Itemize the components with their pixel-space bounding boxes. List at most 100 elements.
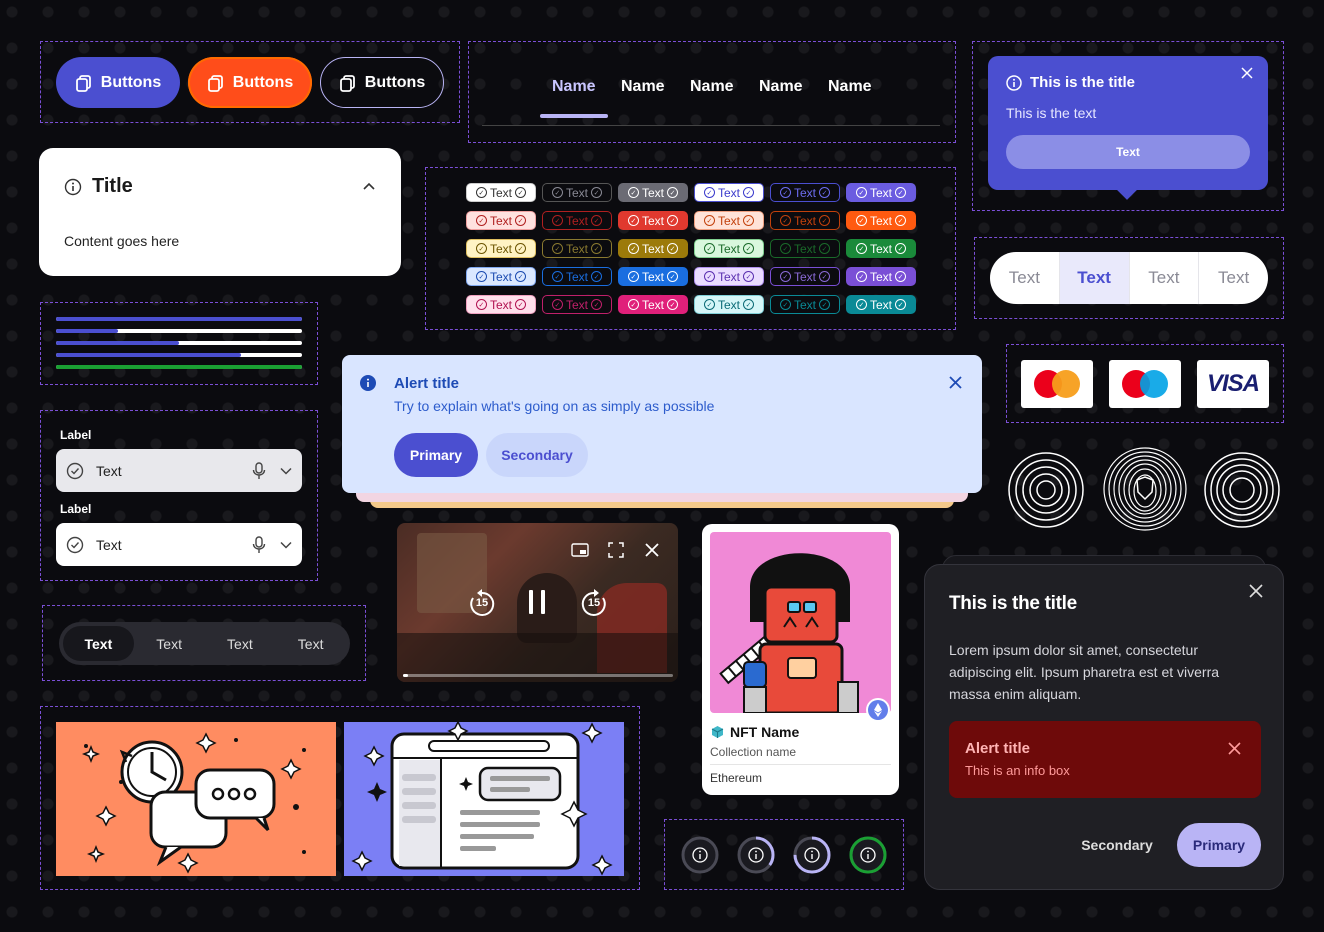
check-circle-icon[interactable]: ✓ xyxy=(819,299,830,310)
orange-button[interactable]: Buttons xyxy=(188,57,312,108)
check-circle-icon[interactable]: ✓ xyxy=(895,243,906,254)
chip[interactable]: ✓ Text ✓ xyxy=(846,295,916,314)
check-circle-icon[interactable]: ✓ xyxy=(819,243,830,254)
tab-3[interactable]: Name xyxy=(690,78,734,96)
chip[interactable]: ✓ Text ✓ xyxy=(618,239,688,258)
check-circle-icon[interactable]: ✓ xyxy=(743,299,754,310)
chip[interactable]: ✓ Text ✓ xyxy=(770,267,840,286)
close-icon[interactable] xyxy=(1249,584,1263,598)
chip[interactable]: ✓ Text ✓ xyxy=(694,183,764,202)
close-icon[interactable] xyxy=(949,376,962,389)
modal-secondary-button[interactable]: Secondary xyxy=(1075,823,1159,867)
tab-2[interactable]: Name xyxy=(621,78,665,96)
forward-15-button[interactable]: 15 xyxy=(579,589,609,619)
close-icon[interactable] xyxy=(1228,742,1241,755)
chevron-down-icon[interactable] xyxy=(280,541,292,549)
outline-button[interactable]: Buttons xyxy=(320,57,444,108)
chip[interactable]: ✓ Text ✓ xyxy=(466,267,536,286)
text-field-filled[interactable]: Text xyxy=(56,449,302,492)
chip[interactable]: ✓ Text ✓ xyxy=(542,183,612,202)
nft-card[interactable]: NFT Name Collection name Ethereum xyxy=(702,524,899,795)
check-circle-icon[interactable]: ✓ xyxy=(743,187,754,198)
check-circle-icon[interactable]: ✓ xyxy=(895,215,906,226)
close-icon[interactable] xyxy=(1240,66,1254,80)
tab-4[interactable]: Name xyxy=(759,78,803,96)
alert-secondary-button[interactable]: Secondary xyxy=(486,433,588,477)
check-circle-icon[interactable]: ✓ xyxy=(743,243,754,254)
check-circle-icon[interactable]: ✓ xyxy=(667,243,678,254)
pause-icon[interactable] xyxy=(527,589,547,615)
check-circle-icon[interactable]: ✓ xyxy=(591,187,602,198)
chip[interactable]: ✓ Text ✓ xyxy=(770,183,840,202)
segment[interactable]: Text xyxy=(1199,252,1268,304)
tooltip-button[interactable]: Text xyxy=(1006,135,1250,169)
check-circle-icon[interactable]: ✓ xyxy=(591,215,602,226)
fullscreen-icon[interactable] xyxy=(608,542,624,558)
check-circle-icon[interactable]: ✓ xyxy=(515,271,526,282)
chip[interactable]: ✓ Text ✓ xyxy=(770,295,840,314)
video-player[interactable]: 15 15 xyxy=(397,523,678,682)
check-circle-icon[interactable]: ✓ xyxy=(895,187,906,198)
chip[interactable]: ✓ Text ✓ xyxy=(542,267,612,286)
segment[interactable]: Text xyxy=(134,626,205,661)
check-circle-icon[interactable]: ✓ xyxy=(895,299,906,310)
chip[interactable]: ✓ Text ✓ xyxy=(846,239,916,258)
picture-in-picture-icon[interactable] xyxy=(571,543,589,557)
check-circle-icon[interactable]: ✓ xyxy=(819,271,830,282)
check-circle-icon[interactable]: ✓ xyxy=(515,187,526,198)
check-circle-icon[interactable]: ✓ xyxy=(667,187,678,198)
check-circle-icon[interactable]: ✓ xyxy=(591,299,602,310)
indigo-button[interactable]: Buttons xyxy=(56,57,180,108)
chip[interactable]: ✓ Text ✓ xyxy=(694,211,764,230)
chip[interactable]: ✓ Text ✓ xyxy=(466,239,536,258)
chip[interactable]: ✓ Text ✓ xyxy=(846,211,916,230)
check-circle-icon[interactable]: ✓ xyxy=(819,215,830,226)
rewind-15-button[interactable]: 15 xyxy=(467,589,497,619)
check-circle-icon[interactable]: ✓ xyxy=(667,271,678,282)
check-circle-icon[interactable]: ✓ xyxy=(667,299,678,310)
check-circle-icon[interactable]: ✓ xyxy=(515,215,526,226)
chip[interactable]: ✓ Text ✓ xyxy=(542,211,612,230)
check-circle-icon[interactable]: ✓ xyxy=(819,187,830,198)
segment[interactable]: Text xyxy=(1130,252,1200,304)
chip[interactable]: ✓ Text ✓ xyxy=(846,183,916,202)
accordion-header[interactable]: Title xyxy=(64,175,376,198)
chip[interactable]: ✓ Text ✓ xyxy=(694,295,764,314)
chip[interactable]: ✓ Text ✓ xyxy=(618,211,688,230)
segment-active[interactable]: Text xyxy=(63,626,134,661)
microphone-icon[interactable] xyxy=(252,535,266,554)
chip[interactable]: ✓ Text ✓ xyxy=(770,239,840,258)
chip[interactable]: ✓ Text ✓ xyxy=(694,239,764,258)
check-circle-icon[interactable]: ✓ xyxy=(515,243,526,254)
check-circle-icon[interactable]: ✓ xyxy=(515,299,526,310)
segment[interactable]: Text xyxy=(275,626,346,661)
segment[interactable]: Text xyxy=(990,252,1060,304)
video-scrubber[interactable] xyxy=(403,674,673,677)
check-circle-icon[interactable]: ✓ xyxy=(591,243,602,254)
alert-primary-button[interactable]: Primary xyxy=(394,433,478,477)
text-field-outlined[interactable]: Text xyxy=(56,523,302,566)
chip[interactable]: ✓ Text ✓ xyxy=(466,183,536,202)
tab-1[interactable]: Name xyxy=(552,78,596,96)
microphone-icon[interactable] xyxy=(252,461,266,480)
check-circle-icon[interactable]: ✓ xyxy=(591,271,602,282)
tab-5[interactable]: Name xyxy=(828,78,872,96)
chip[interactable]: ✓ Text ✓ xyxy=(694,267,764,286)
close-icon[interactable] xyxy=(645,543,659,557)
segment-active[interactable]: Text xyxy=(1059,252,1130,304)
chevron-down-icon[interactable] xyxy=(280,467,292,475)
chip[interactable]: ✓ Text ✓ xyxy=(618,183,688,202)
segment[interactable]: Text xyxy=(205,626,276,661)
check-circle-icon[interactable]: ✓ xyxy=(667,215,678,226)
chip[interactable]: ✓ Text ✓ xyxy=(618,295,688,314)
check-circle-icon[interactable]: ✓ xyxy=(743,271,754,282)
chip[interactable]: ✓ Text ✓ xyxy=(542,295,612,314)
chip[interactable]: ✓ Text ✓ xyxy=(466,211,536,230)
modal-primary-button[interactable]: Primary xyxy=(1177,823,1261,867)
chip[interactable]: ✓ Text ✓ xyxy=(770,211,840,230)
check-circle-icon[interactable]: ✓ xyxy=(895,271,906,282)
chip[interactable]: ✓ Text ✓ xyxy=(618,267,688,286)
chip[interactable]: ✓ Text ✓ xyxy=(466,295,536,314)
chip[interactable]: ✓ Text ✓ xyxy=(542,239,612,258)
chip[interactable]: ✓ Text ✓ xyxy=(846,267,916,286)
